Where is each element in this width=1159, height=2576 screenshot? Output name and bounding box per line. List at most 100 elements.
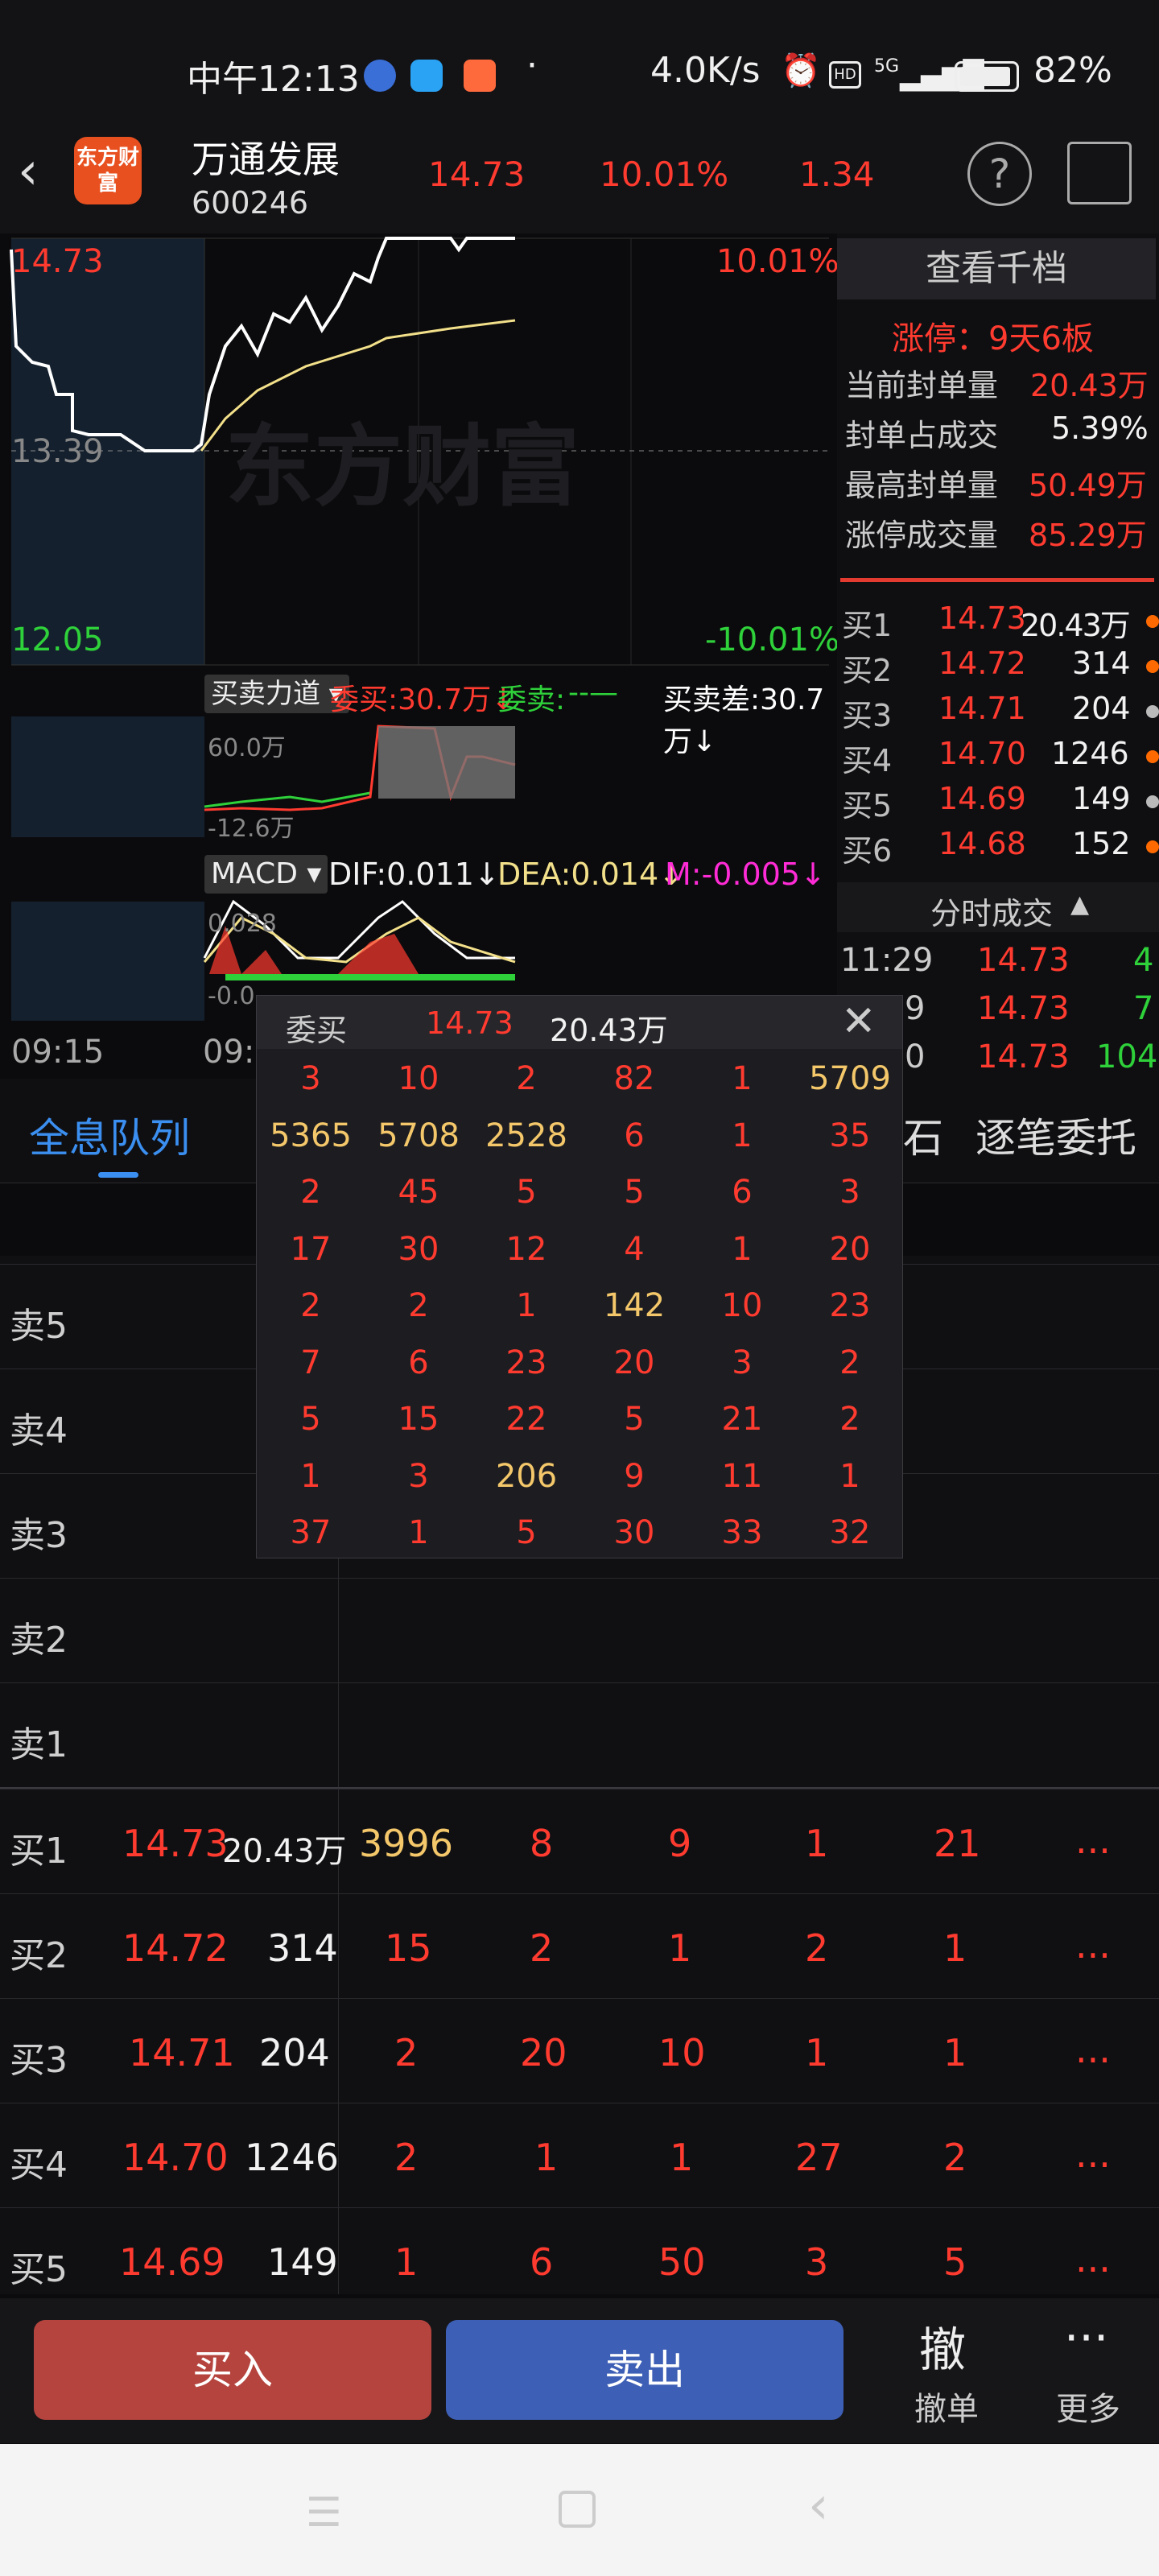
tick-vol: 7 <box>1133 990 1154 1027</box>
dot-icon <box>1146 750 1159 763</box>
dot-icon <box>1146 840 1159 853</box>
divider <box>840 578 1154 582</box>
popup-cell: 3 <box>732 1344 753 1381</box>
queue-cell: 1 <box>805 1822 829 1865</box>
order-book-row[interactable]: 买1 14.73 20.43万 <box>837 601 1159 646</box>
help-icon[interactable]: ? <box>967 142 1032 206</box>
queue-cell: 27 <box>795 2136 843 2179</box>
dot-icon <box>1146 795 1159 808</box>
buy-label: 买1 <box>10 1831 68 1872</box>
ob-vol: 20.43万 <box>1021 608 1131 643</box>
macd-m: M:-0.005↓ <box>665 857 826 892</box>
popup-cell: 3 <box>839 1174 860 1211</box>
buy-price: 14.69 <box>119 2240 225 2284</box>
popup-cell: 5709 <box>809 1060 891 1097</box>
buy-vol: 149 <box>267 2240 338 2284</box>
buy-row[interactable]: 买2 14.72 314 15 2 1 2 1 ... <box>0 1893 1159 1998</box>
order-book-row[interactable]: 买5 14.69 149 <box>837 781 1159 826</box>
ob-label: 买1 <box>842 608 893 643</box>
more-icon[interactable]: ... <box>1075 2132 1111 2176</box>
queue-cell: 21 <box>934 1822 981 1865</box>
caret-up-icon: ▲ <box>1070 890 1090 919</box>
order-book-row[interactable]: 买2 14.72 314 <box>837 646 1159 691</box>
ob-price: 14.71 <box>938 691 1026 726</box>
force-axis-top: 60.0万 <box>208 734 286 762</box>
limit-row-label: 封单占成交 <box>845 418 999 453</box>
popup-cell: 30 <box>613 1514 655 1551</box>
back-nav-icon[interactable]: ‹ <box>808 2476 829 2536</box>
ticks-header[interactable]: 分时成交 ▲ <box>837 882 1159 932</box>
cancel-order-label[interactable]: 撤单 <box>914 2383 979 2429</box>
home-icon[interactable] <box>559 2491 596 2528</box>
force-sell-value: --— <box>568 676 618 709</box>
tab-queue[interactable]: 全息队列 <box>29 1106 190 1164</box>
force-tab[interactable]: 买卖力道 ▾ <box>204 675 349 713</box>
force-axis-mid: -12.6万 <box>208 815 295 843</box>
limit-row-value: 5.39% <box>1051 411 1149 446</box>
chart-low-price: 12.05 <box>11 621 104 658</box>
buy-row[interactable]: 买3 14.71 204 2 20 10 1 1 ... <box>0 1998 1159 2103</box>
menu-icon[interactable]: ☰ <box>306 2489 342 2536</box>
limit-row-label: 最高封单量 <box>845 468 999 503</box>
tick-time: 11:29 <box>840 942 934 979</box>
order-book-row[interactable]: 买4 14.70 1246 <box>837 736 1159 781</box>
popup-cell: 22 <box>505 1401 547 1438</box>
buy-row[interactable]: 买4 14.70 1246 2 1 1 27 2 ... <box>0 2103 1159 2207</box>
queue-cell: 9 <box>668 1822 692 1865</box>
tab-hidden[interactable]: 石 <box>903 1106 943 1164</box>
ob-vol: 314 <box>1072 646 1131 681</box>
cancel-order-icon[interactable]: 撤 <box>919 2312 966 2380</box>
more-icon[interactable]: ... <box>1075 2028 1111 2071</box>
chart-high-price: 14.73 <box>11 243 104 280</box>
buy-button[interactable]: 买入 <box>34 2320 431 2420</box>
popup-cell: 2 <box>839 1401 860 1438</box>
popup-cell: 7 <box>300 1344 321 1381</box>
view-thousand-levels-button[interactable]: 查看千档 <box>837 238 1156 299</box>
popup-title: 委买 <box>286 1013 348 1048</box>
popup-cell: 6 <box>732 1174 753 1211</box>
popup-cell: 142 <box>603 1287 666 1324</box>
header-change: 1.34 <box>799 155 875 194</box>
intraday-chart[interactable]: 14.73 10.01% 13.39 东方财富 12.05 -10.01% 买卖… <box>0 233 839 1079</box>
buy-row[interactable]: 买1 14.73 20.43万 3996 8 9 1 21 ... <box>0 1789 1159 1893</box>
time-second: 09: <box>203 1034 255 1071</box>
close-icon[interactable]: ✕ <box>841 997 876 1046</box>
dot-icon <box>1146 705 1159 718</box>
force-diff: 买卖差:30.7万↓ <box>663 683 825 758</box>
force-green-line <box>204 791 371 808</box>
force-bars <box>378 726 515 799</box>
header-percent: 10.01% <box>600 155 729 194</box>
ob-price: 14.68 <box>938 826 1026 861</box>
order-book-row[interactable]: 买3 14.71 204 <box>837 691 1159 736</box>
force-buy: 委买:30.7万↓ <box>330 683 516 716</box>
time-start: 09:15 <box>11 1034 105 1071</box>
back-icon[interactable]: ‹ <box>18 142 39 201</box>
popup-cell: 6 <box>624 1117 645 1154</box>
tick-price: 14.73 <box>977 1038 1070 1075</box>
sell-label: 卖1 <box>10 1724 68 1765</box>
ob-vol: 149 <box>1072 781 1131 816</box>
order-book-row[interactable]: 买6 14.68 152 <box>837 826 1159 871</box>
popup-cell: 33 <box>721 1514 763 1551</box>
sell-row[interactable]: 卖1 <box>0 1682 1159 1787</box>
popup-cell: 206 <box>495 1457 558 1495</box>
tab-order[interactable]: 逐笔委托 <box>975 1106 1136 1164</box>
more-icon[interactable]: ... <box>1075 2237 1111 2281</box>
more-icon[interactable]: ··· <box>1064 2310 1108 2365</box>
sell-row[interactable]: 卖2 <box>0 1578 1159 1682</box>
header-price: 14.73 <box>428 155 526 194</box>
more-icon[interactable]: ... <box>1075 1923 1111 1967</box>
macd-tab[interactable]: MACD ▾ <box>204 855 328 894</box>
ob-price: 14.70 <box>938 736 1026 771</box>
buy-row[interactable]: 买5 14.69 149 1 6 50 3 5 ... <box>0 2207 1159 2296</box>
popup-cell: 2 <box>300 1174 321 1211</box>
sell-label: 卖5 <box>10 1306 68 1347</box>
sell-button[interactable]: 卖出 <box>446 2320 843 2420</box>
popup-cell: 4 <box>624 1230 645 1268</box>
ob-vol: 152 <box>1072 826 1131 861</box>
switch-layout-icon[interactable] <box>1067 142 1132 204</box>
more-label[interactable]: 更多 <box>1056 2383 1120 2429</box>
queue-cell: 1 <box>943 2031 967 2074</box>
dot-icon <box>1146 660 1159 673</box>
more-icon[interactable]: ... <box>1075 1818 1111 1862</box>
